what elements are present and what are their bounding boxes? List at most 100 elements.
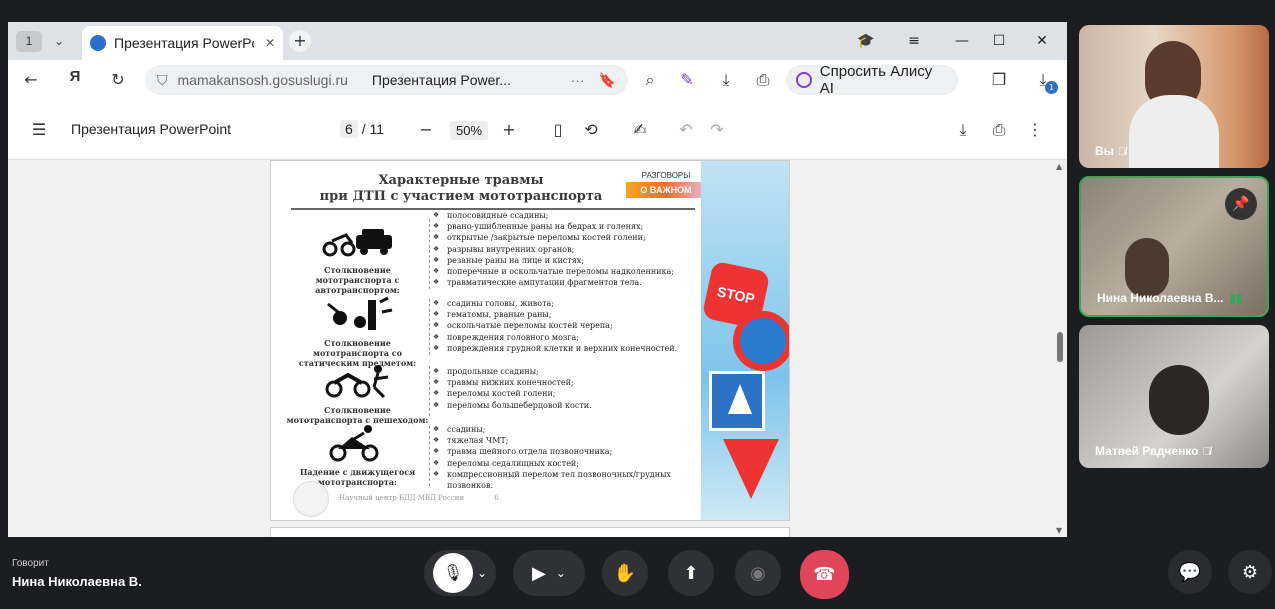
print-icon[interactable]: ⎙ (750, 68, 776, 92)
minimize-button[interactable]: — (950, 30, 974, 52)
close-tab-icon[interactable]: ✕ (265, 36, 275, 50)
settings-button[interactable]: ⚙ (1228, 550, 1272, 594)
search-chat-icon[interactable]: ⌕ (637, 68, 663, 92)
bookmark-icon[interactable]: 🔖 (599, 72, 616, 89)
scrollbar-thumb[interactable] (1057, 332, 1063, 362)
participant-video (1125, 238, 1169, 298)
shared-screen: 1 ⌄ Презентация PowerPoint ✕ + 🎓 ≡ — ☐ ✕… (8, 22, 1067, 537)
section-divider (429, 219, 430, 289)
vertical-scrollbar[interactable]: ▲ ▼ (1053, 160, 1067, 537)
tab-count-button[interactable]: 1 (16, 31, 42, 52)
participant-name: Матвей Радченко 🎙̸ (1095, 444, 1211, 458)
more-icon[interactable]: ··· (571, 72, 585, 88)
no-entry-sign-icon (733, 311, 789, 371)
chevron-down-icon[interactable]: ⌄ (48, 31, 70, 52)
undo-icon[interactable]: ↶ (674, 118, 698, 142)
new-tab-button[interactable]: + (289, 30, 311, 52)
alice-icon (796, 72, 812, 88)
ask-alice-button[interactable]: Спросить Алису AI (786, 63, 958, 97)
zoom-out-button[interactable]: − (414, 118, 438, 142)
chat-button[interactable]: 💬 (1168, 550, 1212, 594)
section-divider (429, 299, 430, 355)
hand-icon: ✋ (613, 562, 637, 584)
section-label-car: Столкновение мототранспорта с автотрансп… (285, 221, 430, 295)
record-button[interactable]: ◉ (735, 550, 781, 596)
participant-name: Вы 🎙̸ (1095, 144, 1127, 158)
pin-icon[interactable]: 📌 (1225, 188, 1257, 220)
tab-title: Презентация PowerPoint (114, 35, 254, 51)
share-screen-button[interactable]: ⬆ (668, 550, 714, 596)
injury-list-car: полосовидные ссадины; рвано-ушибленные р… (433, 210, 697, 289)
list-item: переломы большеберцовой кости. (433, 400, 697, 411)
ai-chat-icon[interactable]: ✎ (674, 68, 700, 92)
participant-video (1149, 365, 1209, 435)
end-call-button[interactable]: ☎ (800, 550, 849, 599)
razgovory-badge: РАЗГОВОРЫ О ВАЖНОМ (626, 171, 706, 201)
reload-icon[interactable]: ↻ (105, 68, 131, 92)
address-bar[interactable]: ⛉ mamakansosh.gosuslugi.ru Презентация P… (145, 65, 628, 95)
draw-icon[interactable]: ✍ (628, 118, 652, 142)
total-pages: / 11 (361, 121, 384, 137)
tab-bar: 1 ⌄ Презентация PowerPoint ✕ + 🎓 ≡ — ☐ ✕ (8, 22, 1067, 60)
moto-car-collision-icon (322, 229, 392, 257)
rotate-icon[interactable]: ⟲ (579, 118, 603, 142)
hamburger-menu-icon[interactable]: ☰ (27, 118, 51, 142)
list-item: компрессионный перелом тел позвоночных/г… (433, 469, 697, 491)
close-window-button[interactable]: ✕ (1030, 30, 1054, 52)
section-label-pedestrian: Столкновение мототранспорта с пешеходом: (285, 361, 430, 425)
list-item: травмы нижних конечностей; (433, 377, 697, 388)
gear-icon: ⚙ (1241, 561, 1259, 583)
download-icon[interactable]: ⤓ (713, 68, 739, 92)
list-item: полосовидные ссадины; (433, 210, 697, 221)
menu-icon[interactable]: ≡ (902, 30, 926, 52)
injury-list-fall: ссадины; тяжелая ЧМТ; травма шейного отд… (433, 424, 697, 491)
downloads-badge: 1 (1045, 81, 1058, 94)
list-item: травматические ампутации фрагментов тела… (433, 277, 697, 288)
list-item: продольные ссадины; (433, 366, 697, 377)
raise-hand-button[interactable]: ✋ (602, 550, 648, 596)
participant-tile-self[interactable]: Вы 🎙̸ (1079, 25, 1269, 168)
chevron-down-icon[interactable]: ⌄ (477, 566, 487, 580)
list-item: тяжелая ЧМТ; (433, 435, 697, 446)
graduation-cap-icon[interactable]: 🎓 (854, 30, 878, 52)
ask-alice-label: Спросить Алису AI (819, 63, 933, 97)
section-divider (429, 426, 430, 486)
slide-footer: Научный центр БДД МВД России 6 (339, 494, 499, 502)
pdf-viewer[interactable]: Характерные травмы при ДТП с участием мо… (8, 160, 1067, 537)
list-item: ссадины; (433, 424, 697, 435)
participant-name: Нина Николаевна В... ▮▮ (1097, 291, 1243, 305)
maximize-button[interactable]: ☐ (987, 30, 1011, 52)
redo-icon[interactable]: ↷ (705, 118, 729, 142)
fit-page-icon[interactable]: ▯ (546, 118, 570, 142)
pdf-toolbar: ☰ Презентация PowerPoint 6 / 11 − 50% + … (8, 100, 1067, 160)
zoom-in-button[interactable]: + (497, 118, 521, 142)
section-label-text: Столкновение мототранспорта с автотрансп… (315, 265, 400, 295)
downloads-icon[interactable]: ⤓ 1 (1030, 68, 1058, 94)
url-domain: mamakansosh.gosuslugi.ru (177, 72, 348, 88)
more-options-icon[interactable]: ⋮ (1023, 118, 1047, 142)
url-page-title: Презентация Power... (371, 72, 511, 88)
section-label-static: Столкновение мототранспорта со статическ… (285, 294, 430, 368)
back-arrow-icon[interactable]: ← (18, 68, 44, 92)
participant-tile-nina[interactable]: 📌 Нина Николаевна В... ▮▮ (1079, 176, 1269, 317)
scroll-down-icon[interactable]: ▼ (1056, 526, 1062, 535)
chevron-down-icon[interactable]: ⌄ (556, 566, 566, 580)
current-page-input[interactable]: 6 (340, 120, 358, 138)
yandex-icon[interactable]: Я (62, 68, 88, 92)
participant-tile-matvey[interactable]: Матвей Радченко 🎙̸ (1079, 325, 1269, 468)
mic-off-icon: 🎙̸ (1117, 146, 1127, 158)
microphone-button[interactable]: 🎙 ⌄ (424, 550, 496, 596)
camera-button[interactable]: ▶ ⌄ (513, 550, 585, 596)
browser-tab[interactable]: Презентация PowerPoint ✕ (82, 26, 283, 60)
section-divider (429, 366, 430, 416)
pdf-print-icon[interactable]: ⎙ (987, 118, 1011, 142)
collections-icon[interactable]: ❐ (986, 68, 1012, 92)
zoom-level[interactable]: 50% (450, 121, 489, 140)
scroll-up-icon[interactable]: ▲ (1056, 162, 1062, 171)
list-item: переломы костей голени; (433, 388, 697, 399)
speaking-indicator-icon: ▮▮ (1229, 291, 1243, 305)
list-item: рвано-ушибленные раны на бедрах и голеня… (433, 221, 697, 232)
camera-icon: ▶ (532, 562, 546, 584)
list-item: резаные раны на лице и кистях; (433, 255, 697, 266)
pdf-download-icon[interactable]: ⤓ (951, 118, 975, 142)
